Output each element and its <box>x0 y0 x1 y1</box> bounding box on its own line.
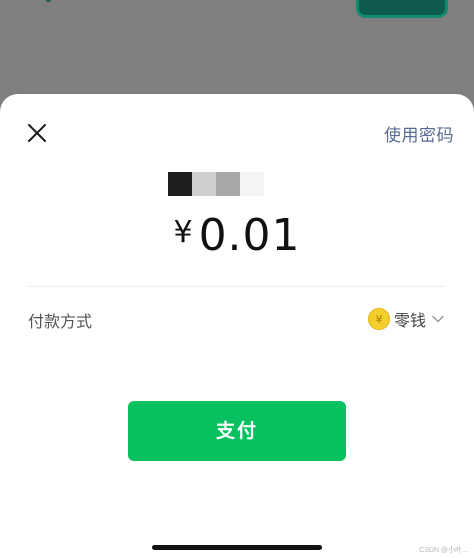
chevron-down-icon <box>432 315 444 323</box>
payment-screen: 使用密码 ¥0.01 付款方式 ¥ 零钱 支付 CSDN @小叶... <box>0 0 474 558</box>
pay-method-label: 付款方式 <box>28 312 93 331</box>
avatar-block <box>216 172 240 196</box>
avatar-block <box>192 172 216 196</box>
payee-avatar <box>168 172 264 196</box>
watermark: CSDN @小叶... <box>419 547 468 554</box>
pay-method-selector[interactable]: ¥ 零钱 <box>367 306 444 332</box>
background-app-button <box>356 0 448 18</box>
coin-icon: ¥ <box>367 308 390 330</box>
background-logo-mark <box>46 0 51 2</box>
payment-amount: ¥0.01 <box>0 210 474 261</box>
pay-button[interactable]: 支付 <box>128 401 346 461</box>
pay-method-value: 零钱 <box>393 311 426 330</box>
close-button[interactable] <box>26 122 48 144</box>
currency-symbol: ¥ <box>173 215 193 250</box>
avatar-block <box>240 172 264 196</box>
amount-value: 0.01 <box>198 210 301 261</box>
avatar-block <box>168 172 192 196</box>
use-password-link[interactable]: 使用密码 <box>384 121 454 146</box>
payment-sheet: 使用密码 ¥0.01 付款方式 ¥ 零钱 支付 CSDN @小叶... <box>0 94 474 558</box>
close-icon <box>28 124 46 142</box>
home-indicator[interactable] <box>152 545 322 550</box>
background-app-logo <box>40 0 140 6</box>
coin-glyph: ¥ <box>375 312 383 326</box>
divider <box>28 286 446 287</box>
